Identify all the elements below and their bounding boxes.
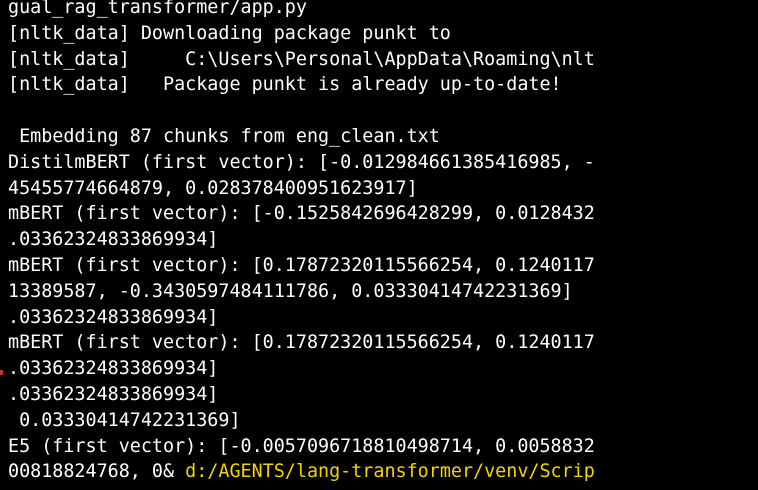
- output-line: 13389587, -0.3430597484111786, 0.0333041…: [8, 280, 573, 302]
- output-line: .03362324833869934]: [8, 306, 219, 328]
- terminal-window[interactable]: gual_rag_transformer/app.py [nltk_data] …: [0, 0, 758, 490]
- output-line: [nltk_data] Downloading package punkt to: [8, 22, 451, 44]
- output-line: mBERT (first vector): [-0.15258426964282…: [8, 203, 595, 225]
- prompt-prefix: 00818824768, 0&: [8, 461, 186, 483]
- prompt-line[interactable]: 00818824768, 0& d:/AGENTS/lang-transform…: [8, 459, 758, 485]
- output-line: 0.03330414742231369]: [8, 409, 241, 431]
- output-line: [nltk_data] Package punkt is already up-…: [8, 74, 562, 96]
- output-line: Embedding 87 chunks from eng_clean.txt: [8, 125, 440, 147]
- output-line: 45455774664879, 0.028378400951623917]: [8, 177, 418, 199]
- cursor-marker: [0, 370, 3, 375]
- prompt-path: d:/AGENTS/lang-transformer/venv/Scrip: [185, 461, 595, 483]
- output-line: mBERT (first vector): [0.178723201155662…: [8, 332, 595, 354]
- output-line: mBERT (first vector): [0.178723201155662…: [8, 254, 595, 276]
- output-line: [nltk_data] C:\Users\Personal\AppData\Ro…: [8, 48, 595, 70]
- output-line: gual_rag_transformer/app.py: [8, 0, 307, 18]
- output-line: .03362324833869934]: [8, 383, 219, 405]
- output-line: E5 (first vector): [-0.00570967188104987…: [8, 435, 595, 457]
- output-line: DistilmBERT (first vector): [-0.01298466…: [8, 151, 595, 173]
- output-line: .03362324833869934]: [8, 358, 219, 380]
- output-line: .03362324833869934]: [8, 229, 219, 251]
